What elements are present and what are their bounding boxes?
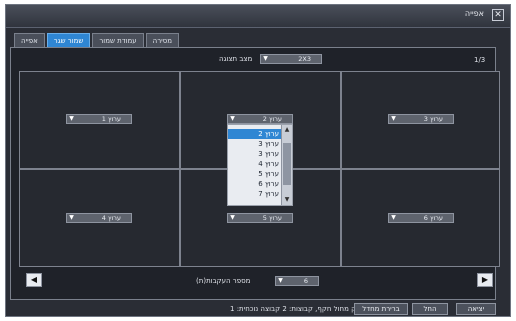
page-indicator: 1/3: [474, 56, 486, 64]
channel-select-value: ערוץ 1: [101, 115, 121, 123]
layout-select[interactable]: 2X3 ▼: [260, 54, 322, 64]
channel-select-value: ערוץ 6: [423, 214, 443, 222]
status-text: בדיק מחול חקף, קבוצות: 2 קבוצה נוכחית: 1: [230, 305, 366, 313]
dropdown-option[interactable]: ערוץ 3: [228, 149, 283, 159]
channel-select-value: ערוץ 5: [262, 214, 282, 222]
channel-select-2[interactable]: ערוץ 2 ▼: [227, 114, 293, 124]
apply-button[interactable]: החל: [412, 303, 448, 315]
tab-handover[interactable]: מסירה: [145, 33, 180, 47]
chevron-down-icon: ▼: [263, 55, 268, 62]
tracks-value: 6: [303, 277, 308, 285]
scroll-down-icon[interactable]: ▼: [283, 196, 291, 204]
tab-save-send[interactable]: שמור שגר: [46, 33, 91, 47]
dropdown-option[interactable]: ערוץ 3: [228, 139, 283, 149]
chevron-down-icon: ▼: [69, 214, 74, 221]
dropdown-option[interactable]: ערוץ 5: [228, 169, 283, 179]
channel-select-4[interactable]: ערוץ 4 ▼: [66, 213, 132, 223]
channel-select-value: ערוץ 2: [262, 115, 282, 123]
chevron-down-icon: ▼: [69, 115, 74, 122]
chevron-down-icon: ▼: [230, 214, 235, 221]
tracks-label: מספר העקבות(ת): [196, 277, 251, 285]
channel-dropdown-list[interactable]: ערוץ 2 ערוץ 3 ערוץ 3 ערוץ 4 ערוץ 5 ערוץ …: [227, 124, 293, 206]
channel-select-value: ערוץ 3: [423, 115, 443, 123]
channel-select-value: ערוץ 4: [101, 214, 121, 222]
default-button[interactable]: ברירת מחדל: [354, 303, 408, 315]
channel-select-1[interactable]: ערוץ 1 ▼: [66, 114, 132, 124]
exit-button[interactable]: יציאה: [456, 303, 496, 315]
chevron-down-icon: ▼: [391, 214, 396, 221]
dropdown-option[interactable]: ערוץ 6: [228, 179, 283, 189]
dropdown-option[interactable]: ערוץ 7: [228, 189, 283, 199]
chevron-down-icon: ▼: [278, 277, 283, 284]
scroll-up-icon[interactable]: ▲: [283, 126, 291, 134]
channel-select-6[interactable]: ערוץ 6 ▼: [388, 213, 454, 223]
layout-value: 2X3: [298, 55, 311, 63]
channel-select-5[interactable]: ערוץ 5 ▼: [227, 213, 293, 223]
window-title: אפייה: [464, 9, 484, 18]
dropdown-option[interactable]: ערוץ 2: [228, 129, 283, 139]
tab-save-column[interactable]: עמודת שמור: [92, 33, 144, 47]
dropdown-option[interactable]: ערוץ 4: [228, 159, 283, 169]
tracks-select[interactable]: 6 ▼: [275, 276, 319, 286]
chevron-down-icon: ▼: [391, 115, 396, 122]
title-bar: אפייה ✕: [6, 5, 510, 28]
close-icon[interactable]: ✕: [492, 9, 504, 21]
chevron-down-icon: ▼: [230, 115, 235, 122]
prev-page-button[interactable]: ◀: [26, 273, 42, 287]
tab-bar: אפייה שמור שגר עמודת שמור מסירה: [14, 33, 180, 47]
channel-select-3[interactable]: ערוץ 3 ▼: [388, 114, 454, 124]
next-page-button[interactable]: ▶: [477, 273, 493, 287]
scrollbar-thumb[interactable]: [283, 143, 291, 185]
dropdown-scrollbar[interactable]: ▲ ▼: [281, 125, 292, 205]
layout-label: מצב תצוגה: [219, 55, 253, 63]
tab-apiya[interactable]: אפייה: [14, 33, 45, 47]
